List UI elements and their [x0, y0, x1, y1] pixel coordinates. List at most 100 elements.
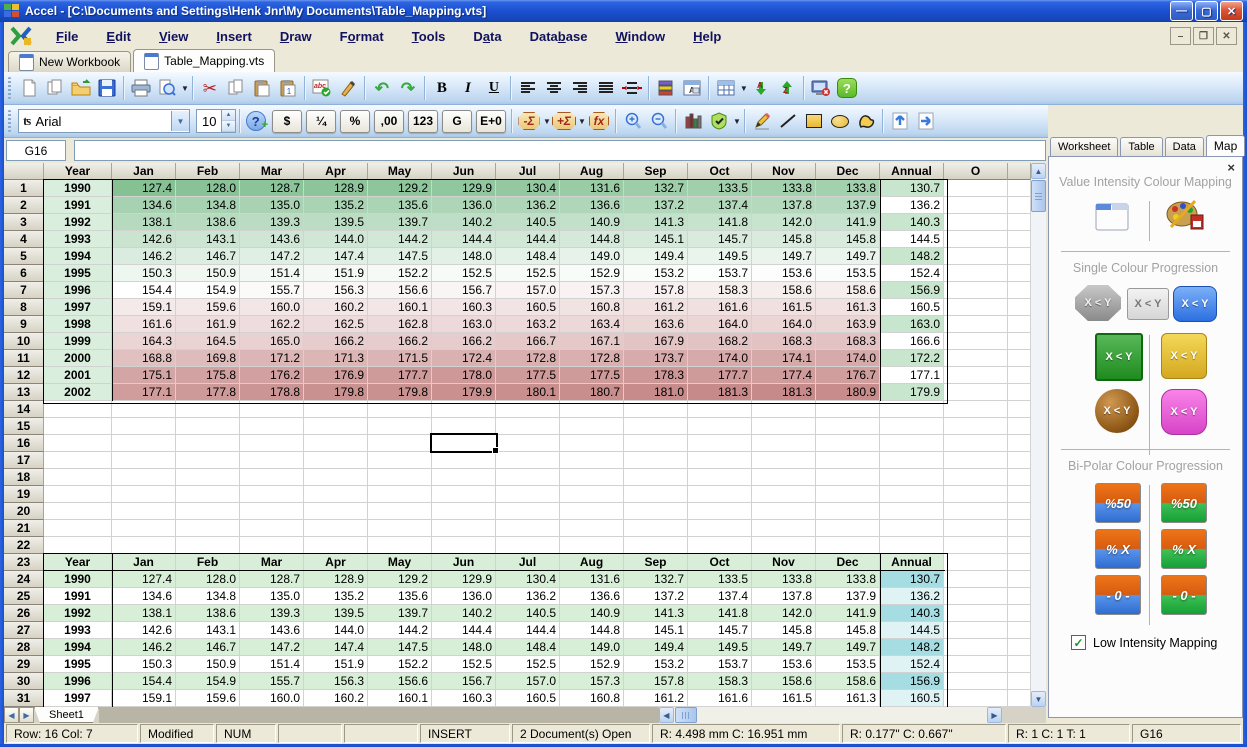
cell-value[interactable]: 139.7 [368, 605, 432, 622]
cell-empty[interactable] [432, 503, 496, 520]
cell-empty[interactable] [1008, 384, 1031, 401]
cell-empty[interactable] [944, 639, 1008, 656]
cell-value[interactable]: 166.2 [368, 333, 432, 350]
cell-value[interactable]: 175.8 [176, 367, 240, 384]
cell-annual[interactable]: 148.2 [880, 248, 944, 265]
cell-value[interactable]: 131.6 [560, 571, 624, 588]
cell-empty[interactable] [368, 486, 432, 503]
cell-empty[interactable] [1008, 316, 1031, 333]
redo-icon[interactable]: ↷ [396, 76, 420, 100]
menu-data[interactable]: Data [459, 25, 515, 48]
row-header-9[interactable]: 9 [4, 316, 44, 333]
row-header-1[interactable]: 1 [4, 180, 44, 197]
cell-annual[interactable]: 130.7 [880, 180, 944, 197]
zoom-in-icon[interactable] [621, 109, 645, 133]
cell-empty[interactable] [432, 486, 496, 503]
cell-value[interactable]: 131.6 [560, 180, 624, 197]
row-header-25[interactable]: 25 [4, 588, 44, 605]
page-next-icon[interactable] [914, 109, 938, 133]
toolbar-grip[interactable] [8, 77, 11, 99]
cell-value[interactable]: 143.1 [176, 231, 240, 248]
menu-format[interactable]: Format [326, 25, 398, 48]
cell-value[interactable]: 140.9 [560, 605, 624, 622]
cell-annual[interactable]: 140.3 [880, 214, 944, 231]
cell-value[interactable]: 139.7 [368, 214, 432, 231]
general-button[interactable]: G [442, 110, 472, 133]
cell-value[interactable]: 136.2 [496, 197, 560, 214]
underline-button[interactable]: U [482, 76, 506, 100]
cell-empty[interactable] [752, 486, 816, 503]
cell-value[interactable]: 163.2 [496, 316, 560, 333]
cell-empty[interactable] [944, 469, 1008, 486]
cell-value[interactable]: 156.3 [304, 673, 368, 690]
cell-empty[interactable] [1008, 639, 1031, 656]
formula-input[interactable] [74, 140, 1046, 161]
cell-empty[interactable] [816, 401, 880, 418]
cell-empty[interactable] [1008, 622, 1031, 639]
cell-value[interactable]: 149.5 [688, 248, 752, 265]
cell-empty[interactable] [1008, 333, 1031, 350]
cell-value[interactable]: 156.7 [432, 282, 496, 299]
cut-icon[interactable]: ✂ [198, 76, 222, 100]
cell-value[interactable]: 177.7 [688, 367, 752, 384]
cell-empty[interactable] [1008, 690, 1031, 707]
cell-value[interactable]: 157.0 [496, 673, 560, 690]
cell-table2-header[interactable]: Jun [432, 554, 496, 571]
cell-empty[interactable] [240, 469, 304, 486]
cell-empty[interactable] [944, 503, 1008, 520]
cell-value[interactable]: 174.0 [816, 350, 880, 367]
paste-special-icon[interactable]: 1 [276, 76, 300, 100]
cell-empty[interactable] [368, 452, 432, 469]
cell-value[interactable]: 152.5 [496, 656, 560, 673]
cell-empty[interactable] [304, 537, 368, 554]
cell-value[interactable]: 161.6 [688, 299, 752, 316]
column-header-Dec[interactable]: Dec [816, 163, 880, 180]
cell-value[interactable]: 133.5 [688, 571, 752, 588]
cell-empty[interactable] [560, 469, 624, 486]
help-insert-icon[interactable]: ?+ [245, 109, 269, 133]
cell-value[interactable]: 155.7 [240, 282, 304, 299]
cell-table2-header[interactable]: Dec [816, 554, 880, 571]
cell-table2-header[interactable]: Feb [176, 554, 240, 571]
cell-annual[interactable]: 144.5 [880, 231, 944, 248]
cell-value[interactable]: 149.5 [688, 639, 752, 656]
cell-value[interactable]: 159.6 [176, 299, 240, 316]
cell-empty[interactable] [1008, 197, 1031, 214]
cell-empty[interactable] [880, 486, 944, 503]
cell-empty[interactable] [752, 503, 816, 520]
cell-empty[interactable] [816, 537, 880, 554]
cell-value[interactable]: 156.6 [368, 282, 432, 299]
row-header-4[interactable]: 4 [4, 231, 44, 248]
cell-value[interactable]: 152.5 [496, 265, 560, 282]
cell-annual[interactable]: 130.7 [880, 571, 944, 588]
cell-empty[interactable] [304, 435, 368, 452]
cell-value[interactable]: 174.1 [752, 350, 816, 367]
cell-value[interactable]: 148.0 [432, 639, 496, 656]
sum-plus-button-dropdown-icon[interactable]: ▼ [578, 117, 586, 126]
cell-value[interactable]: 135.2 [304, 588, 368, 605]
cell-value[interactable]: 149.7 [816, 248, 880, 265]
cell-empty[interactable] [496, 469, 560, 486]
cell-empty[interactable] [944, 197, 1008, 214]
cell-properties-icon[interactable]: A [680, 76, 704, 100]
cell-value[interactable]: 152.5 [432, 265, 496, 282]
cell-year[interactable]: 1990 [44, 571, 112, 588]
cell-empty[interactable] [1008, 418, 1031, 435]
cell-value[interactable]: 153.5 [816, 265, 880, 282]
cell-empty[interactable] [560, 486, 624, 503]
cell-value[interactable]: 177.1 [112, 384, 176, 401]
cell-empty[interactable] [688, 418, 752, 435]
cell-empty[interactable] [816, 469, 880, 486]
cell-empty[interactable] [496, 520, 560, 537]
cell-empty[interactable] [432, 401, 496, 418]
cell-empty[interactable] [368, 418, 432, 435]
cell-table2-header[interactable]: Jul [496, 554, 560, 571]
cell-empty[interactable] [944, 435, 1008, 452]
single-colour-magenta-button[interactable]: X < Y [1161, 389, 1207, 435]
toolbar-grip[interactable] [8, 110, 11, 132]
row-header-7[interactable]: 7 [4, 282, 44, 299]
cell-value[interactable]: 178.3 [624, 367, 688, 384]
cell-value[interactable]: 141.9 [816, 214, 880, 231]
cell-value[interactable]: 157.0 [496, 282, 560, 299]
cell-empty[interactable] [304, 486, 368, 503]
